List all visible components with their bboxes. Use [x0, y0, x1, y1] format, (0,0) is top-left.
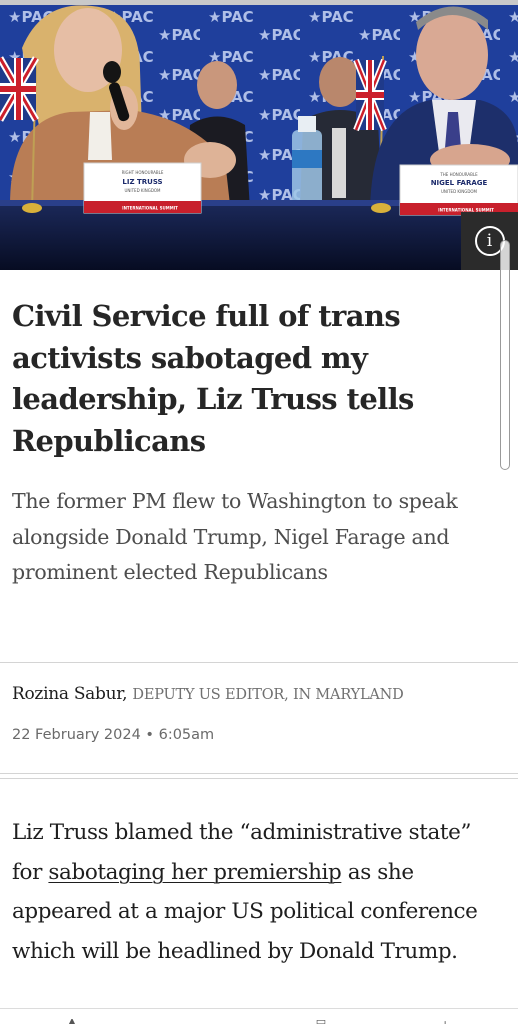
divider [0, 778, 518, 779]
scrollbar-thumb[interactable] [500, 240, 510, 470]
placard-right-country: UNITED KINGDOM [441, 189, 478, 194]
divider [0, 773, 518, 774]
byline: Rozina Sabur, DEPUTY US EDITOR, IN MARYL… [12, 684, 512, 704]
placard-right-honorific: THE HONOURABLE [439, 172, 478, 177]
saved-icon[interactable]: ▭ [312, 1019, 330, 1024]
placard-left-event: INTERNATIONAL SUMMIT [122, 206, 178, 211]
article-standfirst: The former PM flew to Washington to spea… [12, 489, 458, 584]
placard-right-name: NIGEL FARAGE [431, 179, 488, 187]
hero-illustration: ★PAC ★PAC [0, 0, 518, 270]
article-page: ★PAC ★PAC [0, 0, 518, 1024]
author-name[interactable]: Rozina Sabur, [12, 684, 128, 704]
placard-left-name: LIZ TRUSS [122, 178, 162, 186]
bottom-navigation-bar: ▲ ▭ ╷ [0, 1008, 518, 1024]
home-icon[interactable]: ▲ [63, 1019, 81, 1024]
article-body-paragraph: Liz Truss blamed the “administrative sta… [12, 813, 507, 971]
placard-left-honorific: RIGHT HONOURABLE [122, 170, 164, 175]
menu-icon[interactable]: ╷ [436, 1019, 454, 1024]
hero-photo[interactable]: ★PAC ★PAC [0, 0, 518, 270]
placard-right: THE HONOURABLE NIGEL FARAGE UNITED KINGD… [399, 164, 518, 216]
publish-date: 22 February 2024 • 6:05am [12, 727, 215, 743]
divider [0, 662, 518, 663]
author-role: DEPUTY US EDITOR, IN MARYLAND [132, 687, 404, 703]
placard-left-country: UNITED KINGDOM [125, 188, 162, 193]
article-headline: Civil Service full of trans activists sa… [12, 299, 414, 458]
sabotaging-premiership-link[interactable]: sabotaging her premiership [48, 860, 341, 885]
placard-left: RIGHT HONOURABLE LIZ TRUSS UNITED KINGDO… [83, 162, 202, 214]
